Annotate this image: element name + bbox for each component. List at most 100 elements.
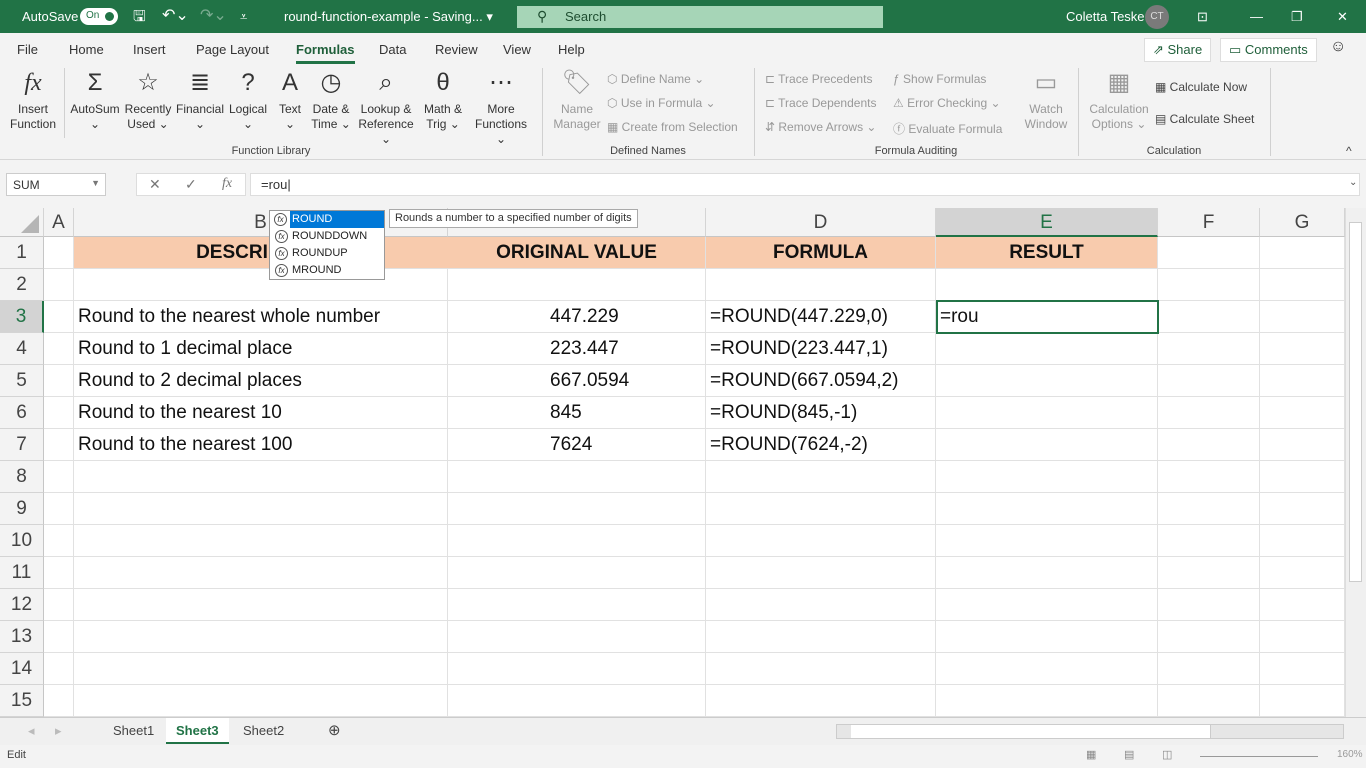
cell-F9[interactable] xyxy=(1158,493,1260,525)
cell-A1[interactable] xyxy=(44,237,74,269)
sheet-tab-sheet1[interactable]: Sheet1 xyxy=(113,723,154,738)
error-checking-button[interactable]: ⚠ Error Checking ⌄ xyxy=(893,96,1001,110)
cell-B12[interactable] xyxy=(74,589,448,621)
comments-button[interactable]: ▭ Comments xyxy=(1220,38,1317,62)
cell-A9[interactable] xyxy=(44,493,74,525)
cell-C10[interactable] xyxy=(448,525,706,557)
scroll-thumb[interactable] xyxy=(1349,222,1362,582)
row-header[interactable]: 9 xyxy=(0,493,44,525)
autocomplete-item[interactable]: fx ROUNDUP xyxy=(270,245,384,262)
function-library-button[interactable]: ◷ Date & Time ⌄ xyxy=(308,68,354,132)
cell-B9[interactable] xyxy=(74,493,448,525)
column-header-a[interactable]: A xyxy=(44,208,74,237)
ribbon-display-icon[interactable]: ⊡ xyxy=(1197,9,1208,25)
function-library-button[interactable]: ? Logical ⌄ xyxy=(225,68,271,132)
cell-F1[interactable] xyxy=(1158,237,1260,269)
sheet-tab-sheet3[interactable]: Sheet3 xyxy=(166,718,229,744)
cell-D15[interactable] xyxy=(706,685,936,717)
page-break-view-icon[interactable]: ◫ xyxy=(1162,748,1172,761)
cell-C7[interactable]: 7624 xyxy=(448,429,706,461)
cell-F3[interactable] xyxy=(1158,301,1260,333)
enter-check-icon[interactable]: ✓ xyxy=(185,176,197,193)
zoom-level[interactable]: 160% xyxy=(1337,749,1363,760)
row-header[interactable]: 8 xyxy=(0,461,44,493)
cell-G10[interactable] xyxy=(1260,525,1345,557)
cell-E7[interactable] xyxy=(936,429,1158,461)
trace-dependents-button[interactable]: ⊏ Trace Dependents xyxy=(765,96,876,110)
normal-view-icon[interactable]: ▦ xyxy=(1086,748,1096,761)
document-title[interactable]: round-function-example - Saving... ▾ xyxy=(284,9,493,25)
row-header[interactable]: 1 xyxy=(0,237,44,269)
function-library-button[interactable]: ≣ Financial ⌄ xyxy=(174,68,226,132)
watch-window-button[interactable]: ▭ Watch Window xyxy=(1022,68,1070,132)
cell-F14[interactable] xyxy=(1158,653,1260,685)
cell-B6[interactable]: Round to the nearest 10 xyxy=(74,397,448,429)
cell-B3[interactable]: Round to the nearest whole number xyxy=(74,301,448,333)
cell-F13[interactable] xyxy=(1158,621,1260,653)
cell-A12[interactable] xyxy=(44,589,74,621)
row-header[interactable]: 7 xyxy=(0,429,44,461)
cell-A6[interactable] xyxy=(44,397,74,429)
cell-A7[interactable] xyxy=(44,429,74,461)
tab-review[interactable]: Review xyxy=(435,42,478,57)
cell-E2[interactable] xyxy=(936,269,1158,301)
row-header[interactable]: 15 xyxy=(0,685,44,717)
cell-F5[interactable] xyxy=(1158,365,1260,397)
search-box[interactable]: ⚲ Search xyxy=(517,6,883,28)
function-library-button[interactable]: ⋯ More Functions ⌄ xyxy=(474,68,528,147)
cell-G15[interactable] xyxy=(1260,685,1345,717)
show-formulas-button[interactable]: ƒ Show Formulas xyxy=(893,72,986,86)
autosave-toggle[interactable]: On xyxy=(80,8,118,25)
function-library-button[interactable]: ☆ Recently Used ⌄ xyxy=(122,68,174,132)
cell-A4[interactable] xyxy=(44,333,74,365)
close-icon[interactable]: ✕ xyxy=(1337,9,1348,25)
avatar[interactable]: CT xyxy=(1145,5,1169,29)
cell-C1[interactable]: ORIGINAL VALUE xyxy=(448,237,706,269)
cell-E8[interactable] xyxy=(936,461,1158,493)
cell-A3[interactable] xyxy=(44,301,74,333)
cell-D9[interactable] xyxy=(706,493,936,525)
cell-B11[interactable] xyxy=(74,557,448,589)
tab-view[interactable]: View xyxy=(503,42,531,57)
row-header[interactable]: 3 xyxy=(0,301,44,333)
cell-G12[interactable] xyxy=(1260,589,1345,621)
next-sheet-icon[interactable]: ▸ xyxy=(55,723,62,739)
column-header-d[interactable]: D xyxy=(706,208,936,237)
cell-C13[interactable] xyxy=(448,621,706,653)
row-header[interactable]: 5 xyxy=(0,365,44,397)
cell-C15[interactable] xyxy=(448,685,706,717)
row-header[interactable]: 13 xyxy=(0,621,44,653)
cell-G9[interactable] xyxy=(1260,493,1345,525)
vertical-scrollbar[interactable] xyxy=(1345,208,1366,717)
cell-F11[interactable] xyxy=(1158,557,1260,589)
cell-B5[interactable]: Round to 2 decimal places xyxy=(74,365,448,397)
cell-D6[interactable]: =ROUND(845,-1) xyxy=(706,397,936,429)
cell-E10[interactable] xyxy=(936,525,1158,557)
cell-G8[interactable] xyxy=(1260,461,1345,493)
cell-B7[interactable]: Round to the nearest 100 xyxy=(74,429,448,461)
trace-precedents-button[interactable]: ⊏ Trace Precedents xyxy=(765,72,872,86)
redo-icon[interactable]: ↷⌄ xyxy=(200,5,227,25)
cell-A5[interactable] xyxy=(44,365,74,397)
expand-formula-bar-icon[interactable]: ⌄ xyxy=(1349,177,1357,188)
cell-G5[interactable] xyxy=(1260,365,1345,397)
function-library-button[interactable]: A Text ⌄ xyxy=(272,68,308,132)
cell-D7[interactable]: =ROUND(7624,-2) xyxy=(706,429,936,461)
tab-help[interactable]: Help xyxy=(558,42,585,57)
restore-icon[interactable]: ❐ xyxy=(1291,9,1303,25)
cell-D8[interactable] xyxy=(706,461,936,493)
tab-home[interactable]: Home xyxy=(69,42,104,57)
cell-F7[interactable] xyxy=(1158,429,1260,461)
cell-A14[interactable] xyxy=(44,653,74,685)
cell-B13[interactable] xyxy=(74,621,448,653)
cell-B15[interactable] xyxy=(74,685,448,717)
add-sheet-icon[interactable]: ⊕ xyxy=(328,721,341,739)
cell-D12[interactable] xyxy=(706,589,936,621)
cell-E1[interactable]: RESULT xyxy=(936,237,1158,269)
cell-E15[interactable] xyxy=(936,685,1158,717)
cell-F10[interactable] xyxy=(1158,525,1260,557)
tab-insert[interactable]: Insert xyxy=(133,42,166,57)
autocomplete-item[interactable]: fx MROUND xyxy=(270,262,384,279)
cell-D10[interactable] xyxy=(706,525,936,557)
cell-E13[interactable] xyxy=(936,621,1158,653)
